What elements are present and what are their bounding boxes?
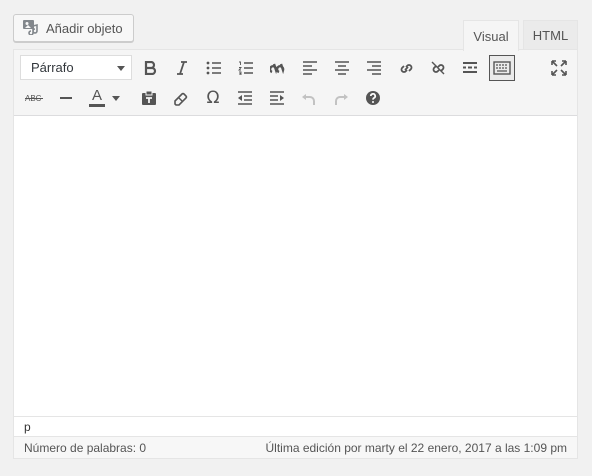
unlink-icon [429,60,447,76]
unlink-button[interactable] [425,55,451,81]
tab-visual[interactable]: Visual [463,20,519,51]
undo-icon [301,90,317,106]
chevron-down-icon [117,66,125,71]
eraser-icon [173,90,189,106]
paste-as-text-button[interactable] [136,85,162,111]
align-right-button[interactable] [361,55,387,81]
link-icon [397,60,415,76]
outdent-button[interactable] [232,85,258,111]
outdent-icon [237,91,253,105]
redo-button[interactable] [328,85,354,111]
align-center-icon [334,61,350,75]
omega-icon: Ω [206,88,220,108]
text-color-icon: A [89,87,105,107]
fullscreen-icon [551,60,567,76]
word-count: Número de palabras: 0 [24,440,147,455]
undo-button[interactable] [296,85,322,111]
blockquote-button[interactable] [265,55,291,81]
horizontal-line-button[interactable] [53,85,79,111]
strikethrough-button[interactable]: ABC [21,85,47,111]
keyboard-shortcuts-button[interactable] [360,85,386,111]
path-item-p[interactable]: p [24,420,31,434]
add-media-label: Añadir objeto [46,20,123,36]
add-media-button[interactable]: Añadir objeto [13,14,134,42]
redo-icon [333,90,349,106]
chevron-down-icon [112,96,120,101]
tab-html[interactable]: HTML [523,20,578,50]
status-bar: Número de palabras: 0 Última edición por… [14,436,577,458]
align-center-button[interactable] [329,55,355,81]
help-icon [365,90,381,106]
italic-button[interactable] [169,55,195,81]
special-character-button[interactable]: Ω [200,85,226,111]
read-more-icon [462,61,478,75]
numbered-list-button[interactable] [233,55,259,81]
format-select-value: Párrafo [31,60,74,75]
bullet-list-button[interactable] [201,55,227,81]
insert-more-button[interactable] [457,55,483,81]
toolbar: Párrafo ABC A Ω [14,50,577,116]
align-left-button[interactable] [297,55,323,81]
bold-button[interactable] [137,55,163,81]
strikethrough-icon: ABC [24,91,44,105]
editor: Párrafo ABC A Ω p Número de palabras: 0 … [13,49,578,459]
indent-button[interactable] [264,85,290,111]
align-left-icon [302,61,318,75]
bullet-list-icon [206,61,222,75]
element-path: p [14,416,577,436]
text-color-button[interactable]: A [84,85,124,111]
horizontal-rule-icon [58,91,74,105]
media-icon [22,19,46,38]
keyboard-icon [493,61,511,75]
editor-content-area[interactable] [14,116,577,416]
toolbar-toggle-button[interactable] [489,55,515,81]
clipboard-icon [141,90,157,106]
indent-icon [269,91,285,105]
clear-formatting-button[interactable] [168,85,194,111]
numbered-list-icon [238,61,254,75]
align-right-icon [366,61,382,75]
last-edit-info: Última edición por marty el 22 enero, 20… [265,440,568,455]
insert-link-button[interactable] [393,55,419,81]
italic-icon [175,61,189,75]
text-color-swatch [89,104,105,107]
quote-icon [270,61,286,75]
text-color-letter: A [91,87,102,104]
format-select[interactable]: Párrafo [20,55,132,80]
bold-icon [143,61,157,75]
fullscreen-button[interactable] [546,55,572,81]
